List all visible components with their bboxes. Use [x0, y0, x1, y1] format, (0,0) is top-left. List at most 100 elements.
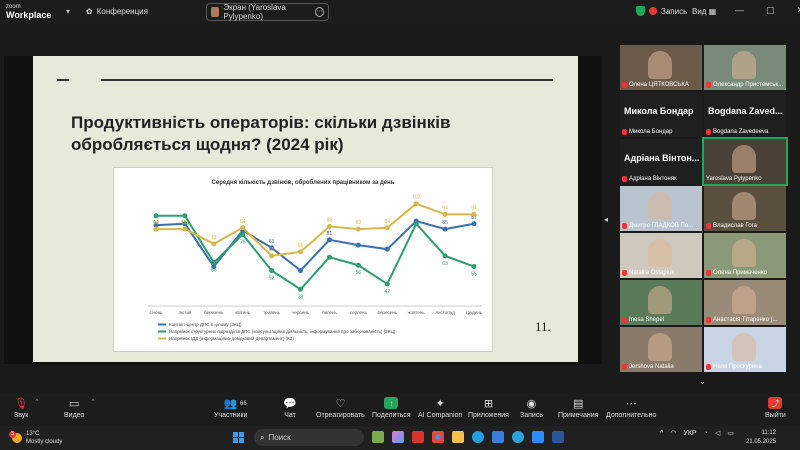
- participant-name: Владислав Гога: [706, 223, 757, 229]
- data-point: [413, 221, 419, 227]
- weather-widget[interactable]: 3 13°C Mostly cloudy: [9, 430, 63, 446]
- volume-icon[interactable]: ◁: [715, 429, 720, 437]
- caret-up-icon[interactable]: ^: [92, 399, 95, 405]
- participant-name: Inesa Shepel: [622, 317, 664, 323]
- taskbar-apps: [372, 431, 564, 443]
- participant-tile[interactable]: Адріана Вінтон... Адріана Вінтоняк: [620, 139, 702, 184]
- ai-label: AI Companion: [418, 412, 463, 419]
- presentation-slide: Продуктивність операторів: скільки дзвін…: [33, 56, 578, 362]
- participant-tile[interactable]: Олександр Пристемськ...: [704, 45, 786, 90]
- wifi-icon[interactable]: ◔: [704, 430, 708, 437]
- data-point: [442, 211, 448, 217]
- participant-tile[interactable]: Анастасія Тітаренко (...: [704, 280, 786, 325]
- participant-tile[interactable]: Владислав Гога: [704, 186, 786, 231]
- caret-up-icon[interactable]: ^: [36, 399, 39, 405]
- react-label: Отреагировать: [316, 412, 365, 419]
- chart-title: Середня кількість дзвінків, оброблених п…: [212, 179, 395, 186]
- clock[interactable]: 11:12 21.05.2025: [746, 429, 776, 447]
- word-app-icon[interactable]: [552, 431, 564, 443]
- participant-tile[interactable]: Bogdana Zaved... Bogdana Zavedeeva: [704, 92, 786, 137]
- data-label: 84: [384, 219, 390, 225]
- data-label: 88: [153, 220, 159, 226]
- participant-tile[interactable]: Nataliia Ostapiuk: [620, 233, 702, 278]
- chat-icon: 💬: [283, 397, 297, 410]
- more-icon[interactable]: ⋯: [315, 7, 324, 17]
- participant-video: [732, 145, 756, 173]
- data-point: [355, 262, 361, 268]
- participant-tile[interactable]: Микола Бондар Микола Бондар: [620, 92, 702, 137]
- mic-muted-icon: [706, 129, 711, 135]
- data-point: [240, 225, 246, 231]
- skype-app-icon[interactable]: [472, 431, 484, 443]
- data-point: [269, 268, 275, 274]
- camera-icon: ▭: [69, 397, 80, 410]
- participant-tile[interactable]: Yaroslava Pylypenko: [702, 137, 788, 186]
- slide-rule-right: [101, 79, 553, 81]
- grid-icon: ▦: [708, 7, 717, 16]
- video-button[interactable]: ▭ Видео ^: [64, 397, 94, 420]
- screen-share-pill[interactable]: Экран (Yaroslava Pylypenko) ⋯: [206, 3, 329, 21]
- data-point: [240, 231, 246, 237]
- participant-video: [732, 192, 756, 220]
- language-indicator[interactable]: УКР: [683, 430, 696, 437]
- zoom-logo: zoom Workplace: [6, 3, 51, 20]
- recording-indicator[interactable]: Запись: [636, 6, 687, 16]
- participants-button[interactable]: 👥 Участники 66: [214, 397, 247, 420]
- participant-name: Дмитро ГЛАДКОВ По...: [622, 223, 693, 229]
- more-button[interactable]: ⋯ Дополнительно: [606, 397, 656, 420]
- participant-tile[interactable]: Неля Проскурина: [704, 327, 786, 372]
- share-button[interactable]: ↑ Поделиться: [372, 397, 411, 419]
- system-tray: ^ ◠ УКР ◔ ◁ ▭: [660, 429, 734, 438]
- data-point: [298, 249, 304, 255]
- ai-companion-button[interactable]: ✦ AI Companion: [418, 397, 463, 420]
- leave-button[interactable]: ⤴ Выйти: [765, 397, 786, 419]
- notes-button[interactable]: ▤ Примечания: [558, 397, 598, 420]
- record-icon: [649, 7, 657, 15]
- anydesk-app-icon[interactable]: [412, 431, 424, 443]
- windows-start-icon[interactable]: [233, 432, 244, 443]
- participant-name-label: Олена ЦЯТКОВСЬКА: [629, 82, 689, 88]
- participant-display-name: Bogdana Zaved...: [708, 106, 783, 116]
- chevron-down-icon[interactable]: ⌄: [699, 377, 706, 386]
- chevron-down-icon[interactable]: ▾: [66, 7, 70, 16]
- close-icon[interactable]: ✕: [797, 5, 800, 16]
- data-label: 42: [384, 289, 390, 295]
- audio-button[interactable]: 🎙 Звук ^: [14, 397, 38, 420]
- chat-button[interactable]: 💬 Чат: [283, 397, 297, 420]
- mic-muted-icon: [706, 270, 711, 276]
- taskbar-search[interactable]: ⌕ Поиск: [254, 429, 364, 446]
- chevron-up-icon[interactable]: ^: [660, 430, 663, 437]
- participant-video: [648, 286, 672, 314]
- data-label: 56: [356, 270, 362, 276]
- conference-menu[interactable]: ✿ Конференция: [86, 7, 148, 16]
- minimize-icon[interactable]: —: [735, 5, 744, 16]
- tick-label: лютий: [178, 309, 191, 315]
- data-point: [355, 242, 361, 248]
- zoom-app-icon[interactable]: [532, 431, 544, 443]
- slide-title: Продуктивність операторів: скільки дзвін…: [71, 113, 451, 154]
- participant-tile[interactable]: Inesa Shepel: [620, 280, 702, 325]
- participant-tile[interactable]: Олена ЦЯТКОВСЬКА: [620, 45, 702, 90]
- widgets-app-icon[interactable]: [372, 431, 384, 443]
- view-button[interactable]: Вид ▦: [692, 7, 716, 16]
- headset-icon[interactable]: ◠: [670, 429, 676, 437]
- participant-tile[interactable]: Олена Примаченко: [704, 233, 786, 278]
- data-point: [384, 281, 390, 287]
- participant-tile[interactable]: Дмитро ГЛАДКОВ По...: [620, 186, 702, 231]
- gallery-scroll-left[interactable]: ◂: [604, 215, 608, 224]
- participant-tile[interactable]: Jershova Natalia: [620, 327, 702, 372]
- record-button[interactable]: ◉ Запись: [520, 397, 543, 420]
- windows-taskbar: 3 13°C Mostly cloudy ⌕ Поиск ^ ◠ УКР ◔ ◁…: [0, 426, 800, 450]
- battery-icon[interactable]: ▭: [727, 429, 734, 437]
- store-app-icon[interactable]: [492, 431, 504, 443]
- explorer-app-icon[interactable]: [452, 431, 464, 443]
- react-button[interactable]: ♡ Отреагировать: [316, 397, 365, 420]
- maximize-icon[interactable]: ▢: [766, 5, 775, 16]
- copilot-app-icon[interactable]: [392, 431, 404, 443]
- slide-rule-left: [57, 79, 69, 81]
- participant-name-label: Анастасія Тітаренко (...: [713, 317, 778, 323]
- apps-button[interactable]: ⊞ Приложения: [468, 397, 509, 420]
- weather-text: Mostly cloudy: [26, 439, 63, 445]
- chrome-app-icon[interactable]: [432, 431, 444, 443]
- telegram-app-icon[interactable]: [512, 431, 524, 443]
